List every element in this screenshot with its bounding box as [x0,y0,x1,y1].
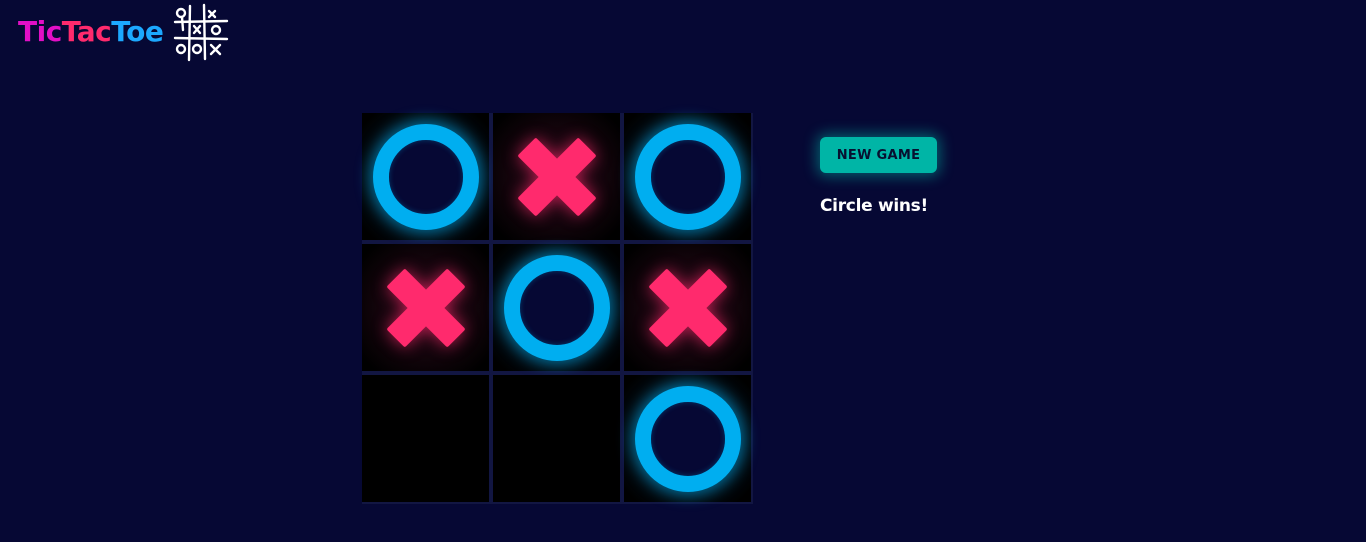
board-cell-5[interactable] [493,244,620,371]
board-cell-9[interactable] [624,375,751,502]
circle-mark-icon [503,254,610,361]
logo-text-toe: Toe [111,15,164,48]
logo-text-tac: Tac [61,15,112,48]
cross-shape [386,268,465,347]
game-board [362,113,753,504]
cross-mark-icon [512,132,602,222]
circle-mark-icon [634,385,741,492]
tictactoe-app: TicTacToe NEW GAME Circle wins! [0,0,1366,542]
circle-mark-icon [634,123,741,230]
cross-mark-icon [381,263,471,353]
circle-mark-icon [372,123,479,230]
board-cell-1[interactable] [362,113,489,240]
board-cell-8[interactable] [493,375,620,502]
tictactoe-grid-icon [174,3,229,62]
board-cell-2[interactable] [493,113,620,240]
board-cell-7[interactable] [362,375,489,502]
board-cell-4[interactable] [362,244,489,371]
cross-mark-icon [643,263,733,353]
board-cell-6[interactable] [624,244,751,371]
logo: TicTacToe [18,2,229,62]
logo-text: TicTacToe [18,15,164,48]
cross-shape [648,268,727,347]
board-cell-3[interactable] [624,113,751,240]
logo-text-tic: Tic [18,15,62,48]
cross-shape [517,137,596,216]
status-message: Circle wins! [820,196,928,216]
new-game-button[interactable]: NEW GAME [820,137,937,173]
